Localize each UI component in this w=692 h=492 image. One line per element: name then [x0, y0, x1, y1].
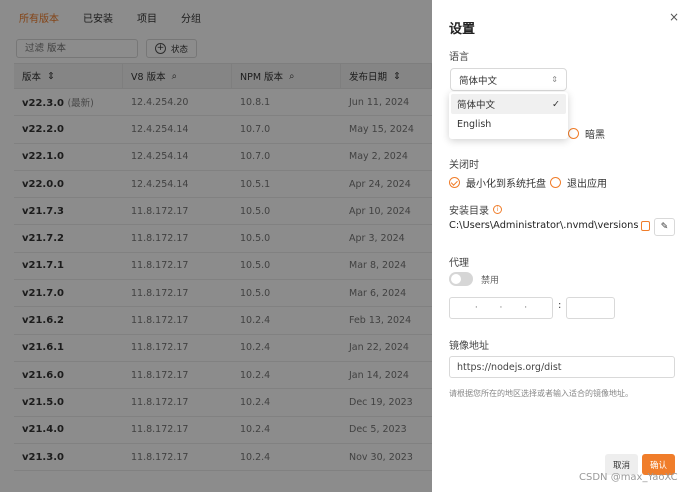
close-option-minimize[interactable]: 最小化到系统托盘	[449, 175, 546, 190]
option-label: English	[457, 118, 492, 130]
proxy-toggle[interactable]	[449, 272, 473, 286]
radio-checked-icon	[449, 177, 460, 188]
theme-dark-label: 暗黑	[585, 130, 605, 141]
settings-title: 设置	[449, 22, 476, 37]
install-dir-heading: 安装目录 i	[449, 202, 502, 217]
proxy-label: 代理	[449, 258, 469, 269]
install-dir-row: C:\Users\Administrator\.nvmd\versions	[449, 220, 675, 231]
language-select[interactable]: 简体中文 ⇕	[450, 68, 567, 91]
install-dir-label: 安装目录	[449, 206, 489, 217]
check-icon: ✓	[552, 98, 560, 110]
on-close-label: 关闭时	[449, 160, 479, 171]
proxy-toggle-label: 禁用	[481, 276, 500, 286]
mirror-label: 镜像地址	[449, 341, 489, 352]
edit-icon: ✎	[660, 222, 669, 232]
close-option-label: 退出应用	[567, 179, 607, 190]
mirror-hint: 请根据您所在的地区选择或者输入适合的镜像地址。	[449, 389, 633, 398]
proxy-port-input[interactable]	[566, 297, 615, 319]
ip-dot: ·	[499, 303, 503, 313]
theme-dark-option[interactable]: 暗黑	[568, 126, 605, 141]
close-icon[interactable]: ×	[669, 10, 679, 24]
language-option-en[interactable]: English	[451, 114, 566, 134]
close-option-label: 最小化到系统托盘	[466, 179, 546, 190]
port-separator: :	[558, 300, 562, 311]
language-dropdown: 简体中文 ✓ English	[449, 92, 568, 139]
ip-dot: ·	[474, 303, 478, 313]
watermark: CSDN @max_YaoXC	[579, 472, 678, 483]
install-dir-path: C:\Users\Administrator\.nvmd\versions	[449, 220, 639, 231]
chevron-up-down-icon: ⇕	[551, 75, 558, 84]
language-option-zh[interactable]: 简体中文 ✓	[451, 94, 566, 114]
ip-dot: ·	[524, 303, 528, 313]
language-select-value: 简体中文	[459, 75, 498, 87]
copy-icon[interactable]	[641, 220, 651, 231]
info-icon: i	[493, 205, 502, 214]
language-label: 语言	[449, 52, 469, 63]
mirror-url-input[interactable]	[449, 356, 675, 378]
close-option-exit[interactable]: 退出应用	[550, 175, 607, 190]
radio-icon	[550, 177, 561, 188]
option-label: 简体中文	[457, 100, 496, 111]
modal-overlay[interactable]	[0, 0, 432, 492]
settings-drawer: 设置 × 语言 简体中文 ⇕ 暗黑 简体中文 ✓ English 关闭时 最小化…	[432, 0, 692, 492]
proxy-ip-input[interactable]: · · ·	[449, 297, 553, 319]
radio-icon	[568, 128, 579, 139]
edit-dir-button[interactable]: ✎	[654, 218, 675, 236]
